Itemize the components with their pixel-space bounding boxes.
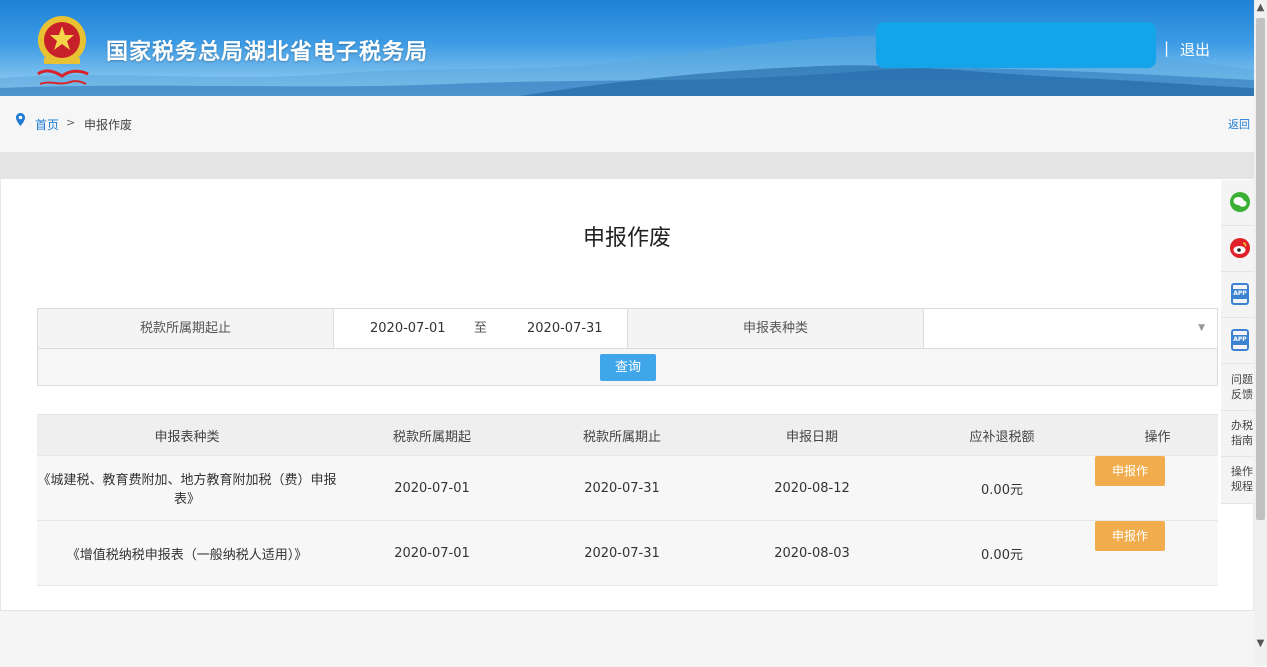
wechat-button[interactable] — [1221, 180, 1254, 226]
period-range: 2020-07-01 至 2020-07-31 — [334, 309, 628, 348]
feedback-button[interactable]: 问题反馈 — [1221, 364, 1254, 411]
void-declaration-button[interactable]: 申报作 — [1095, 456, 1165, 486]
breadcrumb: 首页 > 申报作废 返回 — [0, 96, 1254, 153]
form-type-select[interactable]: ▼ — [924, 309, 1217, 348]
chevron-down-icon: ▼ — [1198, 323, 1205, 333]
page-title: 申报作废 — [582, 226, 671, 251]
table-header-row: 申报表种类 税款所属期起 税款所属期止 申报日期 应补退税额 操作 — [37, 414, 1218, 456]
date-from-input[interactable]: 2020-07-01 — [370, 309, 446, 348]
site-header: 国家税务总局湖北省电子税务局 | 退出 — [0, 0, 1254, 96]
cell-filing-date: 2020-08-03 — [717, 520, 907, 586]
date-range-separator: 至 — [474, 321, 488, 336]
col-header-filing-date: 申报日期 — [717, 414, 907, 456]
cell-period-start: 2020-07-01 — [337, 455, 527, 521]
logout-link[interactable]: 退出 — [1180, 39, 1210, 60]
breadcrumb-home-link[interactable]: 首页 — [35, 116, 59, 133]
app-label: APP — [1233, 289, 1247, 299]
guide-label: 办税指南 — [1231, 419, 1253, 447]
cell-period-end: 2020-07-31 — [527, 520, 717, 586]
guide-button[interactable]: 办税指南 — [1221, 411, 1254, 457]
cell-period-start: 2020-07-01 — [337, 520, 527, 586]
app-label: APP — [1233, 335, 1247, 345]
rules-button[interactable]: 操作规程 — [1221, 457, 1254, 504]
footer — [0, 610, 1254, 667]
app-download-button[interactable]: APP — [1221, 272, 1254, 318]
cell-action: 申报作 — [1095, 520, 1218, 586]
scrollbar-thumb[interactable] — [1256, 18, 1265, 520]
col-header-action: 操作 — [1097, 414, 1218, 456]
search-form-row: 税款所属期起止 2020-07-01 至 2020-07-31 申报表种类 ▼ — [38, 309, 1217, 349]
table-row: 《增值税纳税申报表（一般纳税人适用）》 2020-07-01 2020-07-3… — [37, 520, 1218, 586]
table-row: 《城建税、教育费附加、地方教育附加税（费）申报表》 2020-07-01 202… — [37, 455, 1218, 521]
col-header-amount: 应补退税额 — [907, 414, 1097, 456]
period-label: 税款所属期起止 — [38, 309, 334, 348]
scroll-up-icon[interactable]: ▲ — [1254, 0, 1267, 16]
location-pin-icon — [16, 113, 25, 129]
cell-period-end: 2020-07-31 — [527, 455, 717, 521]
scroll-down-icon[interactable]: ▼ — [1254, 636, 1267, 652]
tax-emblem-icon — [37, 16, 89, 85]
mobile-app-icon: APP — [1231, 329, 1249, 351]
rules-label: 操作规程 — [1231, 465, 1253, 493]
divider-bar — [0, 152, 1254, 179]
cell-amount: 0.00元 — [907, 520, 1097, 586]
date-to-input[interactable]: 2020-07-31 — [527, 309, 603, 348]
feedback-label: 问题反馈 — [1231, 373, 1253, 401]
wechat-icon — [1230, 192, 1250, 212]
cell-filing-date: 2020-08-12 — [717, 455, 907, 521]
void-declaration-button[interactable]: 申报作 — [1095, 521, 1165, 551]
back-link[interactable]: 返回 — [1228, 116, 1250, 132]
cell-form-type: 《城建税、教育费附加、地方教育附加税（费）申报表》 — [37, 455, 337, 521]
logout-separator: | — [1164, 39, 1170, 57]
site-title: 国家税务总局湖北省电子税务局 — [106, 40, 429, 65]
col-header-period-start: 税款所属期起 — [337, 414, 527, 456]
col-header-form-type: 申报表种类 — [37, 414, 337, 456]
breadcrumb-current: 申报作废 — [84, 118, 133, 132]
vertical-scrollbar[interactable]: ▲ ▼ — [1254, 0, 1267, 666]
weibo-icon — [1230, 238, 1250, 258]
mobile-app-icon: APP — [1231, 283, 1249, 305]
redacted-username — [876, 22, 1156, 68]
results-table: 申报表种类 税款所属期起 税款所属期止 申报日期 应补退税额 操作 《城建税、教… — [37, 414, 1218, 586]
cell-form-type: 《增值税纳税申报表（一般纳税人适用）》 — [37, 520, 337, 586]
col-header-period-end: 税款所属期止 — [527, 414, 717, 456]
weibo-button[interactable] — [1221, 226, 1254, 272]
query-button[interactable]: 查询 — [600, 354, 656, 381]
breadcrumb-separator: > — [66, 116, 76, 129]
form-type-label: 申报表种类 — [628, 309, 924, 348]
app-download-button-2[interactable]: APP — [1221, 318, 1254, 364]
cell-action: 申报作 — [1095, 455, 1218, 521]
cell-amount: 0.00元 — [907, 455, 1097, 521]
